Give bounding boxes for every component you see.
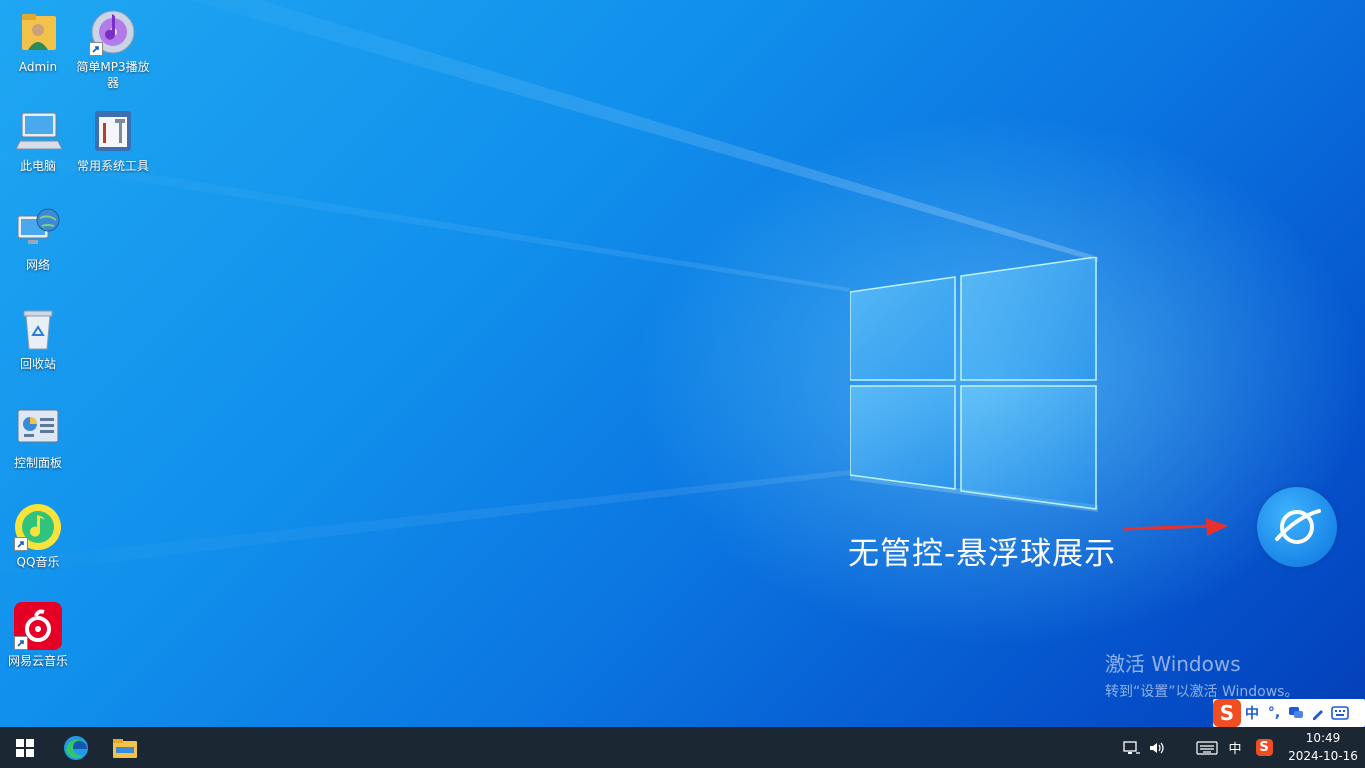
taskbar-file-explorer[interactable] xyxy=(101,727,149,768)
desktop-icon-qq-music[interactable]: QQ音乐 xyxy=(1,503,75,570)
input-language-indicator[interactable]: 中 xyxy=(1224,727,1246,768)
floating-ball-button[interactable] xyxy=(1257,487,1337,567)
desktop-icon-network[interactable]: 网络 xyxy=(1,206,75,273)
taskbar: 中 S 10:49 2024-10-16 xyxy=(0,727,1365,768)
touch-keyboard-icon[interactable] xyxy=(1194,727,1220,768)
desktop-icon-label: 此电脑 xyxy=(19,159,56,173)
tools-icon xyxy=(89,107,137,155)
network-icon xyxy=(14,206,62,254)
desktop-icon-label: QQ音乐 xyxy=(16,555,60,569)
activate-title: 激活 Windows xyxy=(1105,652,1241,676)
sogou-ime-toolbar[interactable]: S 中 °, xyxy=(1213,699,1365,727)
desktop-icon-this-pc[interactable]: 此电脑 xyxy=(1,107,75,174)
desktop-icon-label: 回收站 xyxy=(19,357,56,371)
desktop[interactable]: Admin 简单MP3播放器 此电脑 常用系统工具 网络 回收站 控制面板 QQ… xyxy=(0,0,1365,727)
planet-ring-icon xyxy=(1275,509,1321,544)
ime-mode-toggle[interactable]: 中 xyxy=(1241,702,1263,724)
demo-caption: 无管控-悬浮球展示 xyxy=(848,536,1117,572)
desktop-icon-netease-music[interactable]: 网易云音乐 xyxy=(1,602,75,669)
pointer-arrow xyxy=(1123,518,1228,536)
keyboard-icon[interactable] xyxy=(1329,702,1351,724)
wallpaper-beams xyxy=(0,0,1098,575)
desktop-icon-admin[interactable]: Admin xyxy=(1,8,75,75)
sogou-tray-icon[interactable]: S xyxy=(1252,727,1276,768)
activate-windows-watermark: 激活 Windows 转到“设置”以激活 Windows。 xyxy=(1105,648,1298,701)
user-folder-icon xyxy=(14,8,62,56)
chat-icon[interactable] xyxy=(1285,702,1307,724)
clock-time: 10:49 xyxy=(1305,731,1341,745)
desktop-icon-label: 常用系统工具 xyxy=(76,159,149,173)
sogou-logo-icon: S xyxy=(1255,739,1273,756)
desktop-icon-mp3-player[interactable]: 简单MP3播放器 xyxy=(76,8,150,91)
qq-music-icon xyxy=(14,503,62,551)
file-explorer-icon xyxy=(113,738,137,758)
volume-icon[interactable] xyxy=(1145,727,1169,768)
desktop-icon-label: 网络 xyxy=(25,258,50,272)
desktop-icon-label: Admin xyxy=(18,60,58,74)
desktop-icon-control-panel[interactable]: 控制面板 xyxy=(1,404,75,471)
taskbar-clock[interactable]: 10:49 2024-10-16 xyxy=(1283,729,1363,765)
netease-music-icon xyxy=(14,602,62,650)
sogou-logo-icon[interactable]: S xyxy=(1213,699,1241,727)
taskbar-edge[interactable] xyxy=(52,727,100,768)
desktop-icon-label: 控制面板 xyxy=(13,456,62,470)
desktop-icon-recycle-bin[interactable]: 回收站 xyxy=(1,305,75,372)
start-icon xyxy=(16,738,34,757)
desktop-icon-label: 网易云音乐 xyxy=(7,654,68,668)
edge-icon xyxy=(64,735,88,760)
control-panel-icon xyxy=(14,404,62,452)
clock-date: 2024-10-16 xyxy=(1288,749,1358,763)
mp3-player-icon xyxy=(89,8,137,56)
pen-icon[interactable] xyxy=(1307,702,1329,724)
desktop-icon-label: 简单MP3播放器 xyxy=(76,60,150,90)
start-button[interactable] xyxy=(1,727,49,768)
recycle-bin-icon xyxy=(14,305,62,353)
activate-subtitle: 转到“设置”以激活 Windows。 xyxy=(1105,684,1299,700)
desktop-icon-system-tools[interactable]: 常用系统工具 xyxy=(76,107,150,174)
windows-logo xyxy=(850,257,1097,510)
network-tray-icon[interactable] xyxy=(1120,727,1144,768)
computer-icon xyxy=(14,107,63,155)
ime-punct-toggle[interactable]: °, xyxy=(1263,702,1285,724)
